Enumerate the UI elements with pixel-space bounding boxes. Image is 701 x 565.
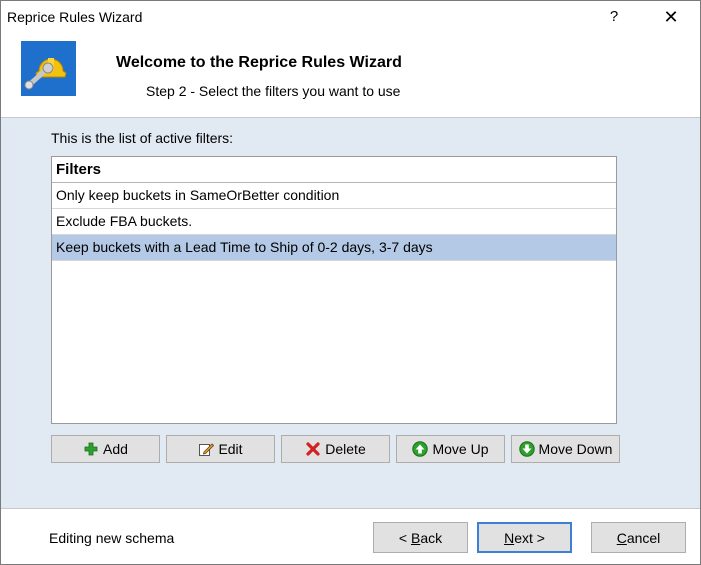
close-button[interactable]: ✕ — [648, 1, 694, 33]
red-x-icon — [305, 441, 321, 457]
filters-intro-label: This is the list of active filters: — [51, 130, 234, 146]
arrow-down-circle-icon — [518, 441, 535, 457]
status-text: Editing new schema — [49, 530, 175, 546]
move-down-button[interactable]: Move Down — [511, 435, 620, 463]
filter-row[interactable]: Only keep buckets in SameOrBetter condit… — [52, 183, 616, 209]
plus-icon — [83, 441, 99, 457]
wizard-content: This is the list of active filters: Filt… — [1, 118, 700, 508]
wizard-step-subtitle: Step 2 - Select the filters you want to … — [146, 83, 401, 99]
edit-pencil-icon — [198, 441, 215, 457]
next-button[interactable]: Next > — [477, 522, 572, 553]
delete-button[interactable]: Delete — [281, 435, 390, 463]
wizard-header: Welcome to the Reprice Rules Wizard Step… — [1, 33, 700, 118]
next-button-accesskey: N — [504, 529, 515, 546]
edit-button[interactable]: Edit — [166, 435, 275, 463]
move-up-button-label: Move Up — [432, 441, 489, 457]
back-button-prefix: < — [398, 529, 411, 546]
cancel-button-accesskey: C — [616, 529, 627, 546]
delete-button-label: Delete — [325, 441, 366, 457]
window-title: Reprice Rules Wizard — [7, 9, 143, 25]
filter-row[interactable]: Exclude FBA buckets. — [52, 209, 616, 235]
move-up-button[interactable]: Move Up — [396, 435, 505, 463]
filter-row-selected[interactable]: Keep buckets with a Lead Time to Ship of… — [52, 235, 616, 261]
wizard-window: Reprice Rules Wizard ? ✕ Welcome to the … — [0, 0, 701, 565]
edit-button-label: Edit — [218, 441, 243, 457]
add-button[interactable]: Add — [51, 435, 160, 463]
arrow-up-circle-icon — [412, 441, 429, 457]
back-button[interactable]: < Back — [373, 522, 468, 553]
help-button[interactable]: ? — [591, 1, 637, 33]
back-button-label: ack — [420, 529, 443, 546]
add-button-label: Add — [103, 441, 128, 457]
hardhat-wrench-icon — [21, 41, 76, 96]
title-bar: Reprice Rules Wizard ? ✕ — [1, 1, 700, 33]
wizard-title: Welcome to the Reprice Rules Wizard — [116, 54, 402, 71]
cancel-button-label: ancel — [626, 529, 661, 546]
back-button-accesskey: B — [410, 529, 421, 546]
filters-list[interactable]: Filters Only keep buckets in SameOrBette… — [51, 156, 617, 424]
filters-column-header[interactable]: Filters — [52, 157, 616, 183]
next-button-label: ext > — [514, 529, 545, 546]
move-down-button-label: Move Down — [538, 441, 613, 457]
wizard-footer: Editing new schema < Back Next > Cancel — [1, 508, 700, 564]
cancel-button[interactable]: Cancel — [591, 522, 686, 553]
